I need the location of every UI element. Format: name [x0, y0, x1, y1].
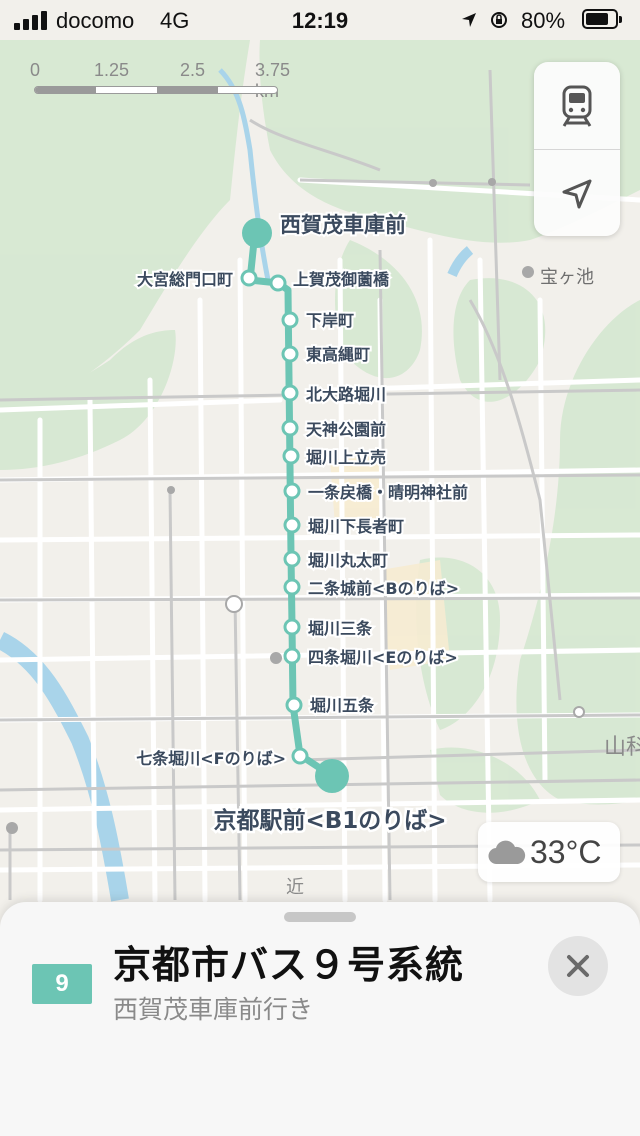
- scale-tick: 2.5: [180, 60, 206, 80]
- status-bar: docomo 4G 12:19 80%: [0, 0, 640, 40]
- stop-label: 大宮総門口町: [137, 270, 233, 289]
- weather-widget: 33°C: [478, 822, 620, 882]
- temperature: 33°C: [530, 834, 602, 870]
- stop-shichijo[interactable]: 七条堀川<Fのりば>: [134, 747, 309, 770]
- stop-label: 西賀茂車庫前: [280, 213, 406, 237]
- stop-label: 北大路堀川: [306, 385, 386, 404]
- stop-label: 堀川下長者町: [308, 517, 404, 536]
- rotation-lock-icon: [491, 12, 507, 28]
- stop-label: 堀川上立売: [306, 448, 386, 467]
- route-destination: 西賀茂車庫前行き: [113, 995, 314, 1024]
- stop-label: 上賀茂御薗橋: [293, 270, 390, 289]
- stop-label: 東高縄町: [306, 345, 370, 364]
- scale-tick: 0: [30, 60, 41, 80]
- place-label-takaragaike: 宝ヶ池: [540, 267, 594, 288]
- locate-me-button[interactable]: [534, 150, 620, 236]
- close-button[interactable]: [548, 936, 608, 996]
- place-label-chikatetsu: 近: [286, 877, 304, 898]
- sheet-grabber[interactable]: [284, 912, 356, 922]
- stop-label: 堀川五条: [310, 696, 375, 715]
- stop-label: 四条堀川<Eのりば>: [308, 648, 458, 667]
- cloud-icon: [488, 840, 526, 865]
- scale-bar: [34, 86, 278, 94]
- map-controls: [534, 62, 620, 236]
- stop-label: 堀川丸太町: [308, 551, 388, 570]
- map-scale: 0 1.25 2.5 3.75 km: [30, 60, 290, 101]
- scale-tick: 3.75 km: [255, 60, 291, 101]
- place-label-yamashina: 山科: [604, 735, 640, 760]
- battery-icon: [582, 9, 622, 29]
- stop-shimogishi[interactable]: 下岸町: [281, 309, 356, 332]
- stop-label: 堀川三条: [308, 619, 373, 638]
- stop-label: 天神公園前: [306, 420, 386, 439]
- route-title: 京都市バス９号系統: [113, 943, 465, 987]
- stop-label: 京都駅前<B1のりば>: [213, 807, 446, 834]
- transit-mode-button[interactable]: [534, 62, 620, 149]
- stop-label: 一条戻橋・晴明神社前: [308, 483, 468, 502]
- scale-tick: 1.25: [94, 60, 130, 80]
- tram-icon: [562, 85, 592, 127]
- stop-ichijo[interactable]: 一条戻橋・晴明神社前: [283, 481, 470, 504]
- battery-percent: 80%: [521, 8, 566, 33]
- route-number-badge: 9: [32, 964, 92, 1004]
- stop-nijo[interactable]: 二条城前<Bのりば>: [283, 577, 461, 600]
- location-arrow-icon: [462, 13, 476, 27]
- stop-shijo[interactable]: 四条堀川<Eのりば>: [283, 646, 460, 669]
- location-arrow-icon: [562, 179, 592, 208]
- stop-label: 七条堀川<Fのりば>: [136, 749, 286, 768]
- close-icon: [567, 955, 589, 977]
- stop-label: 二条城前<Bのりば>: [308, 579, 459, 598]
- stop-label: 下岸町: [306, 311, 354, 330]
